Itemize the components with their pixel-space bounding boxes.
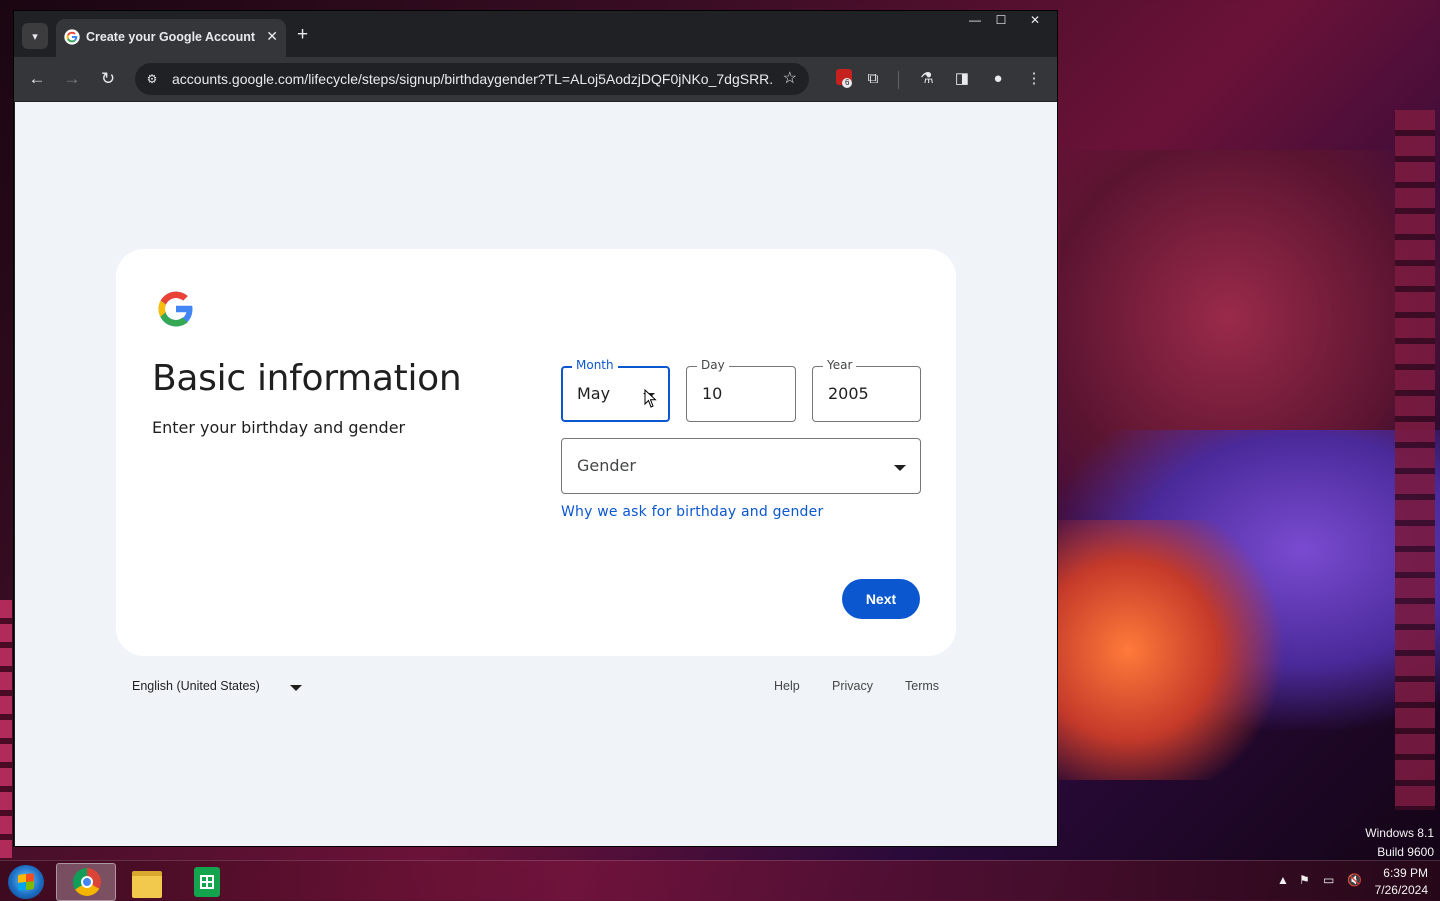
back-button[interactable]: ←	[26, 68, 48, 90]
taskbar-sheets[interactable]	[178, 863, 236, 899]
forward-button[interactable]: →	[61, 68, 83, 90]
clock-time: 6:39 PM	[1383, 866, 1428, 880]
google-logo-icon	[158, 291, 194, 327]
arrow-left-icon: ←	[28, 69, 46, 88]
day-value: 10	[702, 384, 723, 403]
tab-search-button[interactable]: ▾	[22, 23, 48, 49]
windows-watermark: Windows 8.1 Build 9600	[1365, 824, 1434, 862]
month-label: Month	[572, 358, 618, 372]
gender-placeholder: Gender	[577, 456, 636, 475]
plus-icon: +	[297, 24, 309, 45]
page-title: Basic information	[152, 358, 462, 399]
day-label: Day	[697, 358, 729, 372]
year-input[interactable]: Year 2005	[812, 358, 921, 422]
minimize-button[interactable]: —	[962, 11, 988, 31]
show-hidden-icons-icon[interactable]: ▲	[1277, 873, 1289, 887]
close-window-button[interactable]: ✕	[1022, 11, 1048, 31]
year-value: 2005	[828, 384, 869, 403]
kebab-menu-icon[interactable]: ⋮	[1023, 68, 1045, 90]
clock-date: 7/26/2024	[1374, 883, 1428, 897]
taskbar: ▲ ⚑ ▭ 🔇 6:39 PM 7/26/2024	[0, 860, 1440, 901]
taskbar-chrome[interactable]	[56, 863, 116, 901]
privacy-link[interactable]: Privacy	[832, 679, 873, 693]
browser-toolbar: ← → ↻ ⚙ accounts.google.com/lifecycle/st…	[14, 57, 1057, 101]
start-button[interactable]	[8, 865, 44, 899]
chrome-icon	[73, 868, 101, 896]
windows-edition: Windows 8.1	[1365, 826, 1434, 840]
system-clock[interactable]: 6:39 PM 7/26/2024	[1375, 865, 1428, 899]
tune-icon[interactable]: ⚙	[143, 70, 161, 88]
tab-title: Create your Google Account	[86, 30, 256, 44]
profile-icon[interactable]: ●	[987, 68, 1009, 90]
close-icon[interactable]: ✕	[266, 28, 278, 45]
active-tab[interactable]: Create your Google Account ✕	[56, 19, 286, 57]
reload-icon: ↻	[100, 69, 116, 88]
help-link[interactable]: Help	[774, 679, 800, 693]
taskbar-file-explorer[interactable]	[116, 863, 174, 899]
star-icon[interactable]: ☆	[783, 68, 797, 88]
browser-window: ▾ Create your Google Account ✕ + — ☐ ✕ ←…	[13, 10, 1058, 847]
puzzle-icon[interactable]: ⧉	[862, 68, 884, 90]
google-favicon-icon	[64, 29, 80, 45]
flag-icon[interactable]: ⚑	[1299, 873, 1310, 887]
side-panel-icon[interactable]: ◨	[951, 68, 973, 90]
folder-icon	[132, 871, 162, 898]
toolbar-divider	[898, 71, 899, 89]
flask-icon[interactable]: ⚗	[916, 68, 938, 90]
network-icon[interactable]: ▭	[1323, 873, 1334, 887]
language-caret-icon[interactable]	[290, 685, 302, 691]
month-value: May	[577, 384, 611, 403]
maximize-button[interactable]: ☐	[988, 11, 1014, 31]
page-subtitle: Enter your birthday and gender	[152, 418, 406, 437]
tab-strip: ▾ Create your Google Account ✕ + — ☐ ✕	[14, 11, 1057, 57]
url-text[interactable]: accounts.google.com/lifecycle/steps/sign…	[172, 71, 772, 87]
chevron-down-icon: ▾	[32, 30, 38, 43]
arrow-right-icon: →	[63, 69, 81, 88]
terms-link[interactable]: Terms	[905, 679, 939, 693]
extension-badge-icon[interactable]: 6	[836, 69, 853, 88]
volume-muted-icon[interactable]: 🔇	[1347, 873, 1362, 887]
gender-select[interactable]: Gender	[561, 438, 921, 494]
caret-down-icon	[894, 465, 906, 471]
next-button[interactable]: Next	[842, 579, 920, 619]
signup-card: Basic information Enter your birthday an…	[116, 249, 956, 656]
reload-button[interactable]: ↻	[97, 68, 119, 90]
day-input[interactable]: Day 10	[686, 358, 796, 422]
language-selector[interactable]: English (United States)	[132, 679, 260, 693]
mouse-pointer-icon	[644, 389, 657, 408]
spreadsheet-icon	[194, 867, 220, 897]
extension-badge-count: 6	[842, 78, 853, 88]
year-label: Year	[823, 358, 857, 372]
address-bar[interactable]: ⚙ accounts.google.com/lifecycle/steps/si…	[135, 63, 809, 95]
page-content: Basic information Enter your birthday an…	[15, 102, 1057, 846]
why-we-ask-link[interactable]: Why we ask for birthday and gender	[561, 504, 823, 520]
new-tab-button[interactable]: +	[297, 25, 308, 45]
